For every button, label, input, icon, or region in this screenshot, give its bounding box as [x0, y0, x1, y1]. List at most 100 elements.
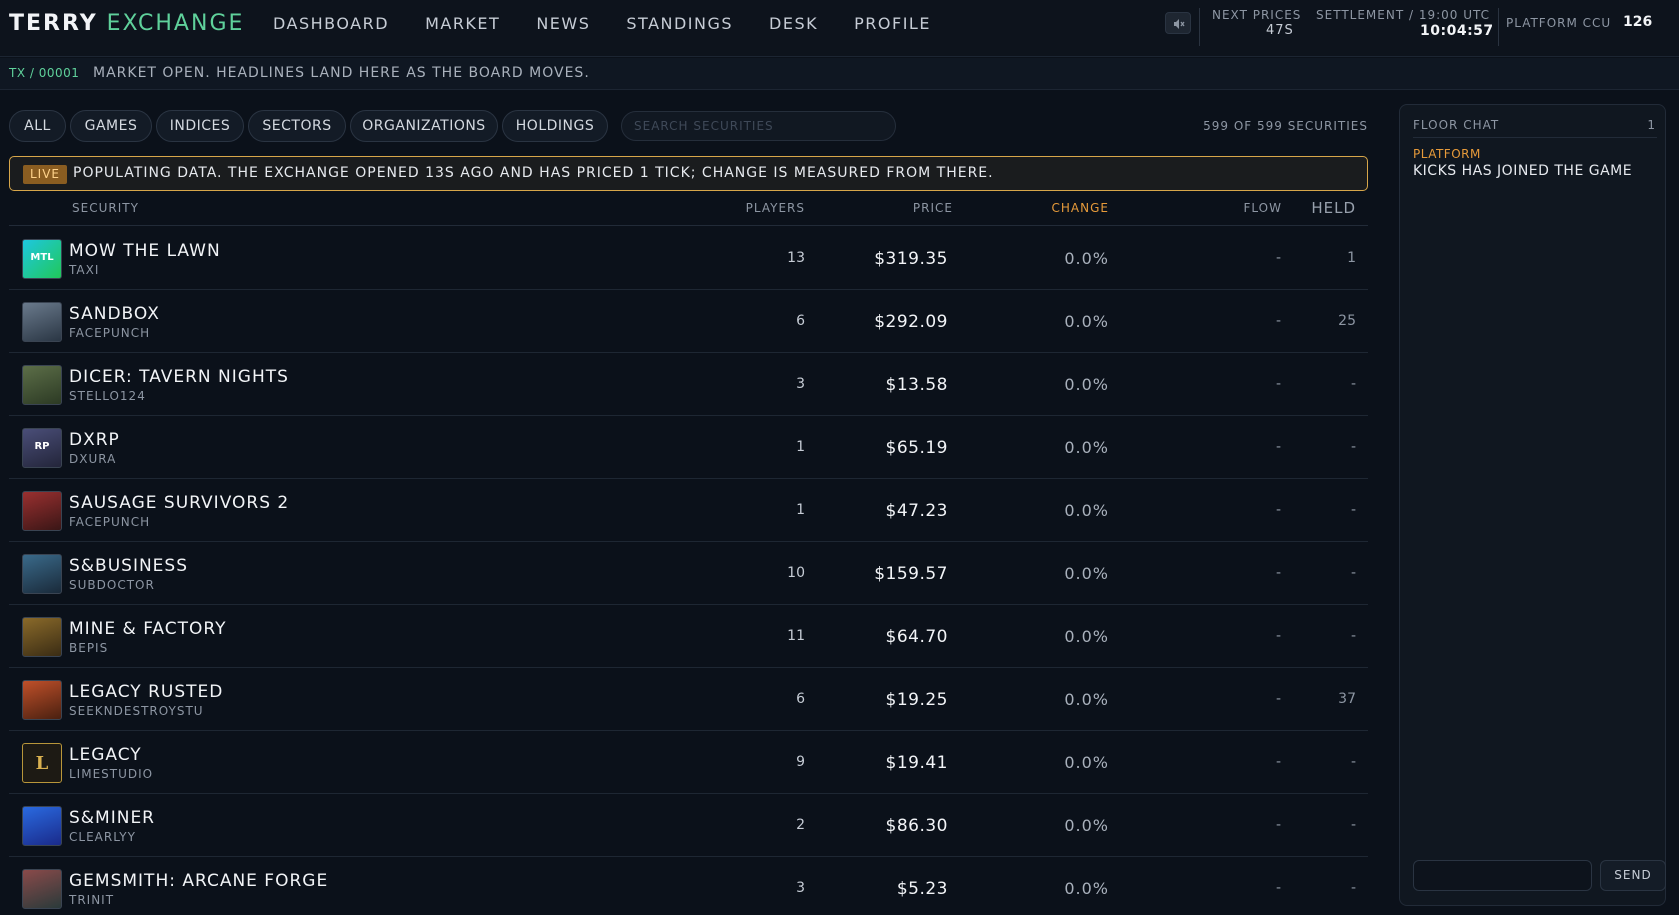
- filter-chip-organizations[interactable]: ORGANIZATIONS: [350, 110, 498, 142]
- flow-value: -: [1275, 691, 1281, 707]
- security-developer: SUBDOCTOR: [69, 578, 155, 592]
- nav-news[interactable]: NEWS: [536, 14, 590, 34]
- flow-value: -: [1275, 502, 1281, 518]
- chat-input[interactable]: [1413, 860, 1592, 891]
- players-value: 11: [787, 628, 805, 644]
- players-value: 1: [796, 502, 805, 518]
- filter-chip-holdings[interactable]: HOLDINGS: [502, 110, 608, 142]
- table-row[interactable]: MTL MOW THE LAWN TAXI 13 $319.35 0.0% - …: [9, 227, 1368, 290]
- table-row[interactable]: SAUSAGE SURVIVORS 2 FACEPUNCH 1 $47.23 0…: [9, 479, 1368, 542]
- change-value: 0.0%: [1064, 690, 1109, 709]
- top-bar: TERRY EXCHANGE DASHBOARD MARKET NEWS STA…: [0, 0, 1679, 57]
- table-row[interactable]: S&MINER CLEARLYY 2 $86.30 0.0% - -: [9, 794, 1368, 857]
- security-developer: SEEKNDESTROYSTU: [69, 704, 204, 718]
- security-name: SANDBOX: [69, 304, 160, 324]
- table-row[interactable]: GEMSMITH: ARCANE FORGE TRINIT 3 $5.23 0.…: [9, 857, 1368, 915]
- filter-chip-games[interactable]: GAMES: [70, 110, 152, 142]
- live-badge: LIVE: [23, 165, 68, 184]
- security-name: LEGACY RUSTED: [69, 682, 224, 702]
- flow-value: -: [1275, 250, 1281, 266]
- game-thumbnail: [22, 302, 62, 342]
- change-value: 0.0%: [1064, 879, 1109, 898]
- players-value: 9: [796, 754, 805, 770]
- held-value: -: [1350, 817, 1356, 833]
- table-row[interactable]: S&BUSINESS SUBDOCTOR 10 $159.57 0.0% - -: [9, 542, 1368, 605]
- security-developer: STELLO124: [69, 389, 146, 403]
- chat-count: 1: [1647, 118, 1655, 132]
- price-value: $65.19: [885, 438, 948, 458]
- col-flow[interactable]: FLOW: [1209, 201, 1282, 215]
- held-value: -: [1350, 628, 1356, 644]
- platform-ccu-label: PLATFORM CCU: [1506, 16, 1612, 30]
- price-value: $19.41: [885, 753, 948, 773]
- price-value: $5.23: [896, 879, 948, 899]
- players-value: 13: [787, 250, 805, 266]
- col-change[interactable]: CHANGE: [969, 201, 1109, 215]
- flow-value: -: [1275, 313, 1281, 329]
- col-security[interactable]: SECURITY: [72, 201, 139, 215]
- game-thumbnail: MTL: [22, 239, 62, 279]
- next-prices-countdown: 47S: [1266, 23, 1294, 38]
- nav-desk[interactable]: DESK: [769, 14, 818, 34]
- chat-message-author: PLATFORM: [1413, 147, 1481, 161]
- table-row[interactable]: LEGACY RUSTED SEEKNDESTROYSTU 6 $19.25 0…: [9, 668, 1368, 731]
- flow-value: -: [1275, 754, 1281, 770]
- nav-standings[interactable]: STANDINGS: [626, 14, 733, 34]
- nav-dashboard[interactable]: DASHBOARD: [273, 14, 389, 34]
- table-row[interactable]: SANDBOX FACEPUNCH 6 $292.09 0.0% - 25: [9, 290, 1368, 353]
- header-divider: [1199, 8, 1200, 46]
- held-value: -: [1350, 439, 1356, 455]
- price-value: $159.57: [874, 564, 948, 584]
- security-name: S&BUSINESS: [69, 556, 188, 576]
- security-name: DICER: TAVERN NIGHTS: [69, 367, 289, 387]
- security-developer: TAXI: [69, 263, 100, 277]
- change-value: 0.0%: [1064, 312, 1109, 331]
- table-row[interactable]: DICER: TAVERN NIGHTS STELLO124 3 $13.58 …: [9, 353, 1368, 416]
- players-value: 2: [796, 817, 805, 833]
- filter-chip-sectors[interactable]: SECTORS: [248, 110, 346, 142]
- change-value: 0.0%: [1064, 753, 1109, 772]
- game-thumbnail: [22, 806, 62, 846]
- security-name: MINE & FACTORY: [69, 619, 227, 639]
- securities-table-header: SECURITY PLAYERS PRICE CHANGE FLOW HELD: [9, 196, 1368, 226]
- table-row[interactable]: MINE & FACTORY BEPIS 11 $64.70 0.0% - -: [9, 605, 1368, 668]
- players-value: 6: [796, 691, 805, 707]
- brand-logo[interactable]: TERRY EXCHANGE: [9, 11, 244, 37]
- game-thumbnail: [22, 680, 62, 720]
- game-thumbnail: L: [22, 743, 62, 783]
- game-thumbnail: RP: [22, 428, 62, 468]
- security-name: S&MINER: [69, 808, 155, 828]
- players-value: 10: [787, 565, 805, 581]
- change-value: 0.0%: [1064, 564, 1109, 583]
- security-name: SAUSAGE SURVIVORS 2: [69, 493, 290, 513]
- flow-value: -: [1275, 565, 1281, 581]
- settlement-countdown: 10:04:57: [1420, 23, 1494, 39]
- header-divider: [1498, 8, 1499, 46]
- change-value: 0.0%: [1064, 438, 1109, 457]
- nav-market[interactable]: MARKET: [425, 14, 500, 34]
- col-price[interactable]: PRICE: [809, 201, 953, 215]
- players-value: 6: [796, 313, 805, 329]
- flow-value: -: [1275, 439, 1281, 455]
- change-value: 0.0%: [1064, 375, 1109, 394]
- security-developer: DXURA: [69, 452, 117, 466]
- table-row[interactable]: L LEGACY LIMESTUDIO 9 $19.41 0.0% - -: [9, 731, 1368, 794]
- mute-toggle-button[interactable]: [1165, 12, 1191, 34]
- col-held[interactable]: HELD: [1299, 199, 1356, 217]
- send-button[interactable]: SEND: [1600, 860, 1666, 891]
- security-developer: TRINIT: [69, 893, 115, 907]
- search-input[interactable]: [621, 111, 896, 141]
- filter-chip-all[interactable]: ALL: [9, 110, 66, 142]
- security-developer: LIMESTUDIO: [69, 767, 154, 781]
- held-value: -: [1350, 880, 1356, 896]
- filter-chip-indices[interactable]: INDICES: [156, 110, 244, 142]
- col-players[interactable]: PLAYERS: [709, 201, 805, 215]
- table-row[interactable]: RP DXRP DXURA 1 $65.19 0.0% - -: [9, 416, 1368, 479]
- nav-profile[interactable]: PROFILE: [854, 14, 931, 34]
- speaker-muted-icon: [1174, 19, 1185, 29]
- main-nav: DASHBOARD MARKET NEWS STANDINGS DESK PRO…: [273, 14, 967, 34]
- held-value: -: [1350, 376, 1356, 392]
- price-value: $64.70: [885, 627, 948, 647]
- held-value: 37: [1338, 691, 1356, 707]
- held-value: -: [1350, 502, 1356, 518]
